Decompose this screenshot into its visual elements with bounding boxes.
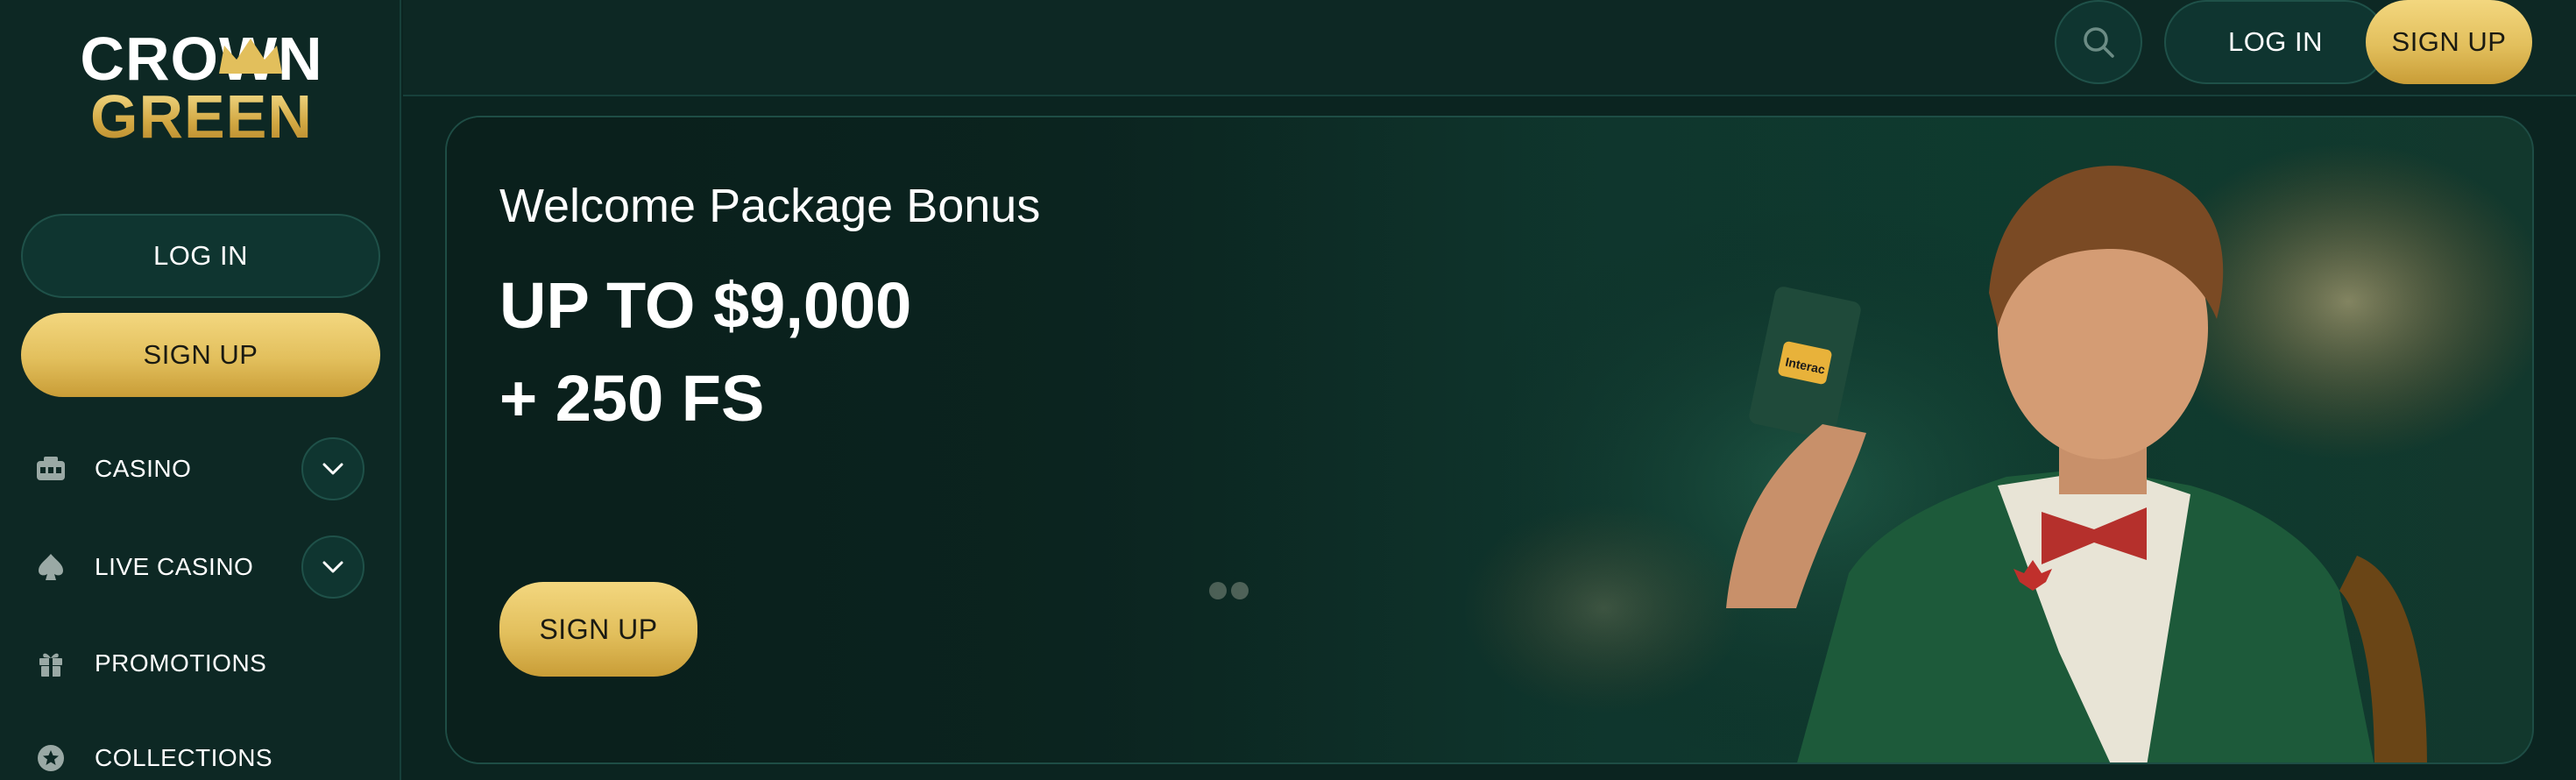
sidebar-item-promotions[interactable]: PROMOTIONS (0, 624, 401, 703)
hero-signup-button[interactable]: SIGN UP (499, 582, 697, 677)
spade-icon (35, 551, 67, 583)
live-casino-expand-toggle[interactable] (301, 535, 364, 599)
sidebar-signup-button[interactable]: SIGN UP (21, 313, 380, 397)
chevron-down-icon (322, 561, 343, 573)
gift-icon (35, 648, 67, 679)
sidebar-item-label: PROMOTIONS (95, 649, 267, 677)
hero-character-illustration: Interac (1726, 166, 2427, 762)
hero-free-spins: + 250 FS (499, 362, 765, 435)
sidebar-item-label: CASINO (95, 455, 192, 482)
casino-expand-toggle[interactable] (301, 437, 364, 500)
search-icon (2084, 27, 2114, 58)
crown-icon (219, 39, 282, 74)
hero-subtitle: Welcome Package Bonus (499, 180, 1041, 232)
sidebar-item-label: LIVE CASINO (95, 553, 254, 580)
hero-copy: Welcome Package Bonus UP TO $9,000 + 250… (499, 179, 1040, 445)
chevron-down-icon (322, 463, 343, 475)
star-badge-icon (35, 742, 67, 774)
sidebar-item-live-casino[interactable]: LIVE CASINO (0, 528, 401, 606)
sidebar-item-label: COLLECTIONS (95, 744, 273, 771)
brand-line-1: CROWN (80, 25, 323, 93)
hero-banner[interactable]: Interac Welcome Package Bonus UP TO $9,0… (445, 116, 2534, 764)
sidebar-item-collections[interactable]: COLLECTIONS (0, 719, 401, 780)
slot-machine-icon (35, 453, 67, 485)
sidebar-login-button[interactable]: LOG IN (21, 214, 380, 298)
brand-line-2: GREEN (70, 86, 333, 147)
brand-logo[interactable]: CROWN GREEN (70, 25, 333, 149)
search-button[interactable] (2055, 0, 2142, 84)
hero-bonus-amount: UP TO $9,000 (499, 269, 912, 342)
sidebar-item-casino[interactable]: CASINO (0, 429, 401, 508)
header-login-button[interactable]: LOG IN (2164, 0, 2387, 84)
sidebar: CROWN GREEN LOG IN SIGN UP CASINO LIVE C… (0, 0, 401, 780)
app-root: CROWN GREEN LOG IN SIGN UP CASINO LIVE C… (0, 0, 2576, 780)
header-signup-button[interactable]: SIGN UP (2366, 0, 2532, 84)
